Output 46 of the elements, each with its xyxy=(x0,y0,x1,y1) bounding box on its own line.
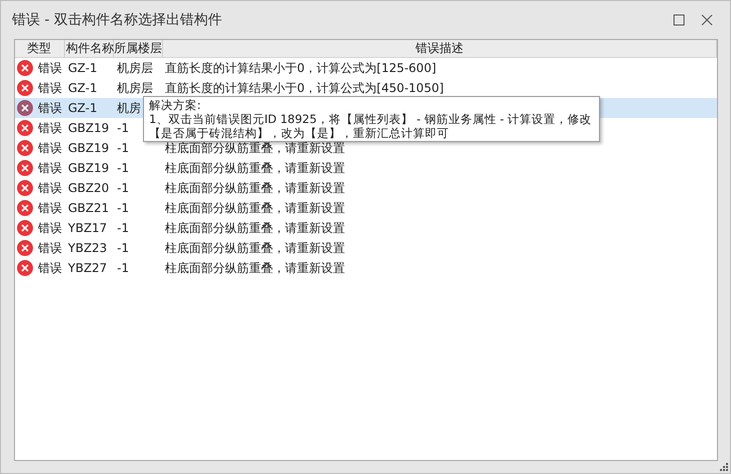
table-cell: -1 xyxy=(117,200,129,216)
table-cell: -1 xyxy=(117,120,129,136)
table-cell: -1 xyxy=(117,180,129,196)
table-cell: GBZ19 xyxy=(68,140,110,156)
table-cell: 机房层 xyxy=(117,60,153,76)
table-cell: 柱底面部分纵筋重叠，请重新设置 xyxy=(165,160,345,176)
table-cell: 错误 xyxy=(38,200,62,216)
table-cell: 机房 xyxy=(117,100,141,116)
table-cell: GBZ20 xyxy=(68,180,110,196)
table-cell: 错误 xyxy=(38,80,62,96)
table-cell: 柱底面部分纵筋重叠，请重新设置 xyxy=(165,240,345,256)
window-title: 错误 - 双击构件名称选择出错构件 xyxy=(12,11,223,29)
table-cell: 错误 xyxy=(38,240,62,256)
table-cell: 直筋长度的计算结果小于0，计算公式为[450-1050] xyxy=(165,80,444,96)
table-cell: 错误 xyxy=(38,60,62,76)
table-cell: GZ-1 xyxy=(68,80,98,96)
table-cell: GBZ19 xyxy=(68,160,110,176)
table-cell: 错误 xyxy=(38,180,62,196)
table-cell: -1 xyxy=(117,140,129,156)
table-cell: 错误 xyxy=(38,140,62,156)
table-cell: 错误 xyxy=(38,120,62,136)
table-cell: 柱底面部分纵筋重叠，请重新设置 xyxy=(165,180,345,196)
table-cell: 柱底面部分纵筋重叠，请重新设置 xyxy=(165,140,345,156)
table-cell: 错误 xyxy=(38,260,62,276)
table-cell: GZ-1 xyxy=(68,60,98,76)
table-cell: GBZ21 xyxy=(68,200,110,216)
table-cell: -1 xyxy=(117,220,129,236)
table-cell: -1 xyxy=(117,160,129,176)
table-cell: -1 xyxy=(117,260,129,276)
table-cell: 错误 xyxy=(38,160,62,176)
table-cell: 直筋长度的计算结果小于0，计算公式为[125-600] xyxy=(165,60,436,76)
table-cell: 柱底面部分纵筋重叠，请重新设置 xyxy=(165,200,345,216)
table-cell: YBZ17 xyxy=(68,220,108,236)
table-cell: 柱底面部分纵筋重叠，请重新设置 xyxy=(165,220,345,236)
table-cell: GZ-1 xyxy=(68,100,98,116)
table-cell: 错误 xyxy=(38,220,62,236)
table-cell: 机房层 xyxy=(117,80,153,96)
table-cell: -1 xyxy=(117,240,129,256)
table-cell: YBZ23 xyxy=(68,240,108,256)
tooltip-text: 1、双击当前错误图元ID 18925，将【属性列表】 - 钢筋业务属性 - 计算设置，修改 xyxy=(149,112,593,126)
tooltip-title: 解决方案: xyxy=(149,98,202,112)
table-cell: GBZ19 xyxy=(68,120,110,136)
tooltip-text: 【是否属于砖混结构】，改为【是】，重新汇总计算即可 xyxy=(149,126,450,140)
table-cell: 柱底面部分纵筋重叠，请重新设置 xyxy=(165,260,345,276)
table-cell: 错误 xyxy=(38,100,62,116)
table-cell: YBZ27 xyxy=(68,260,108,276)
